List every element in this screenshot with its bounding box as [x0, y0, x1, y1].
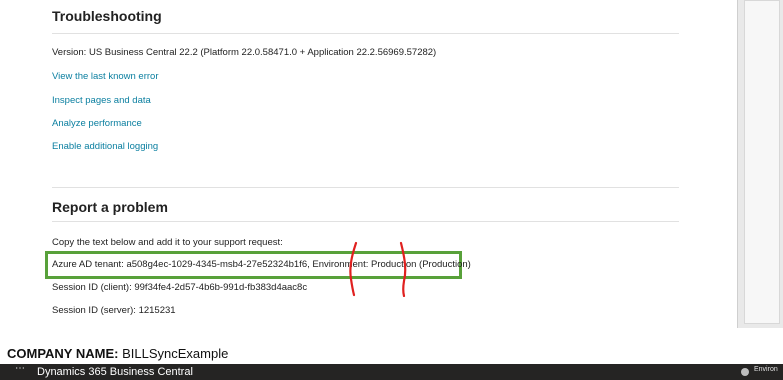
scrollbar-thumb[interactable] — [744, 0, 780, 324]
inspect-pages-link[interactable]: Inspect pages and data — [52, 95, 151, 106]
section-divider — [52, 187, 679, 188]
help-panel: Troubleshooting Version: US Business Cen… — [0, 0, 737, 328]
red-annotation-mark-left — [349, 241, 358, 297]
red-annotation-mark-right — [399, 241, 407, 297]
waffle-menu-icon[interactable]: ⋯ — [15, 364, 27, 376]
troubleshooting-heading: Troubleshooting — [52, 8, 162, 24]
session-client-text: Session ID (client): 99f34fe4-2d57-4b6b-… — [52, 282, 308, 293]
company-name-line: COMPANY NAME: BILLSyncExample — [7, 346, 228, 361]
environment-icon[interactable] — [741, 368, 749, 376]
company-name-value: BILLSyncExample — [122, 346, 229, 361]
company-name-label: COMPANY NAME: — [7, 346, 119, 361]
enable-logging-link[interactable]: Enable additional logging — [52, 141, 158, 152]
troubleshooting-divider — [52, 33, 679, 34]
analyze-performance-link[interactable]: Analyze performance — [52, 118, 142, 129]
version-text: Version: US Business Central 22.2 (Platf… — [52, 47, 437, 58]
support-instruction-text: Copy the text below and add it to your s… — [52, 237, 283, 248]
report-divider — [52, 221, 679, 222]
report-problem-heading: Report a problem — [52, 199, 168, 215]
session-server-text: Session ID (server): 1215231 — [52, 305, 176, 316]
scrollbar[interactable] — [737, 0, 783, 328]
environment-label[interactable]: Environ — [754, 366, 778, 373]
view-last-error-link[interactable]: View the last known error — [52, 71, 159, 82]
app-title: Dynamics 365 Business Central — [37, 366, 193, 378]
